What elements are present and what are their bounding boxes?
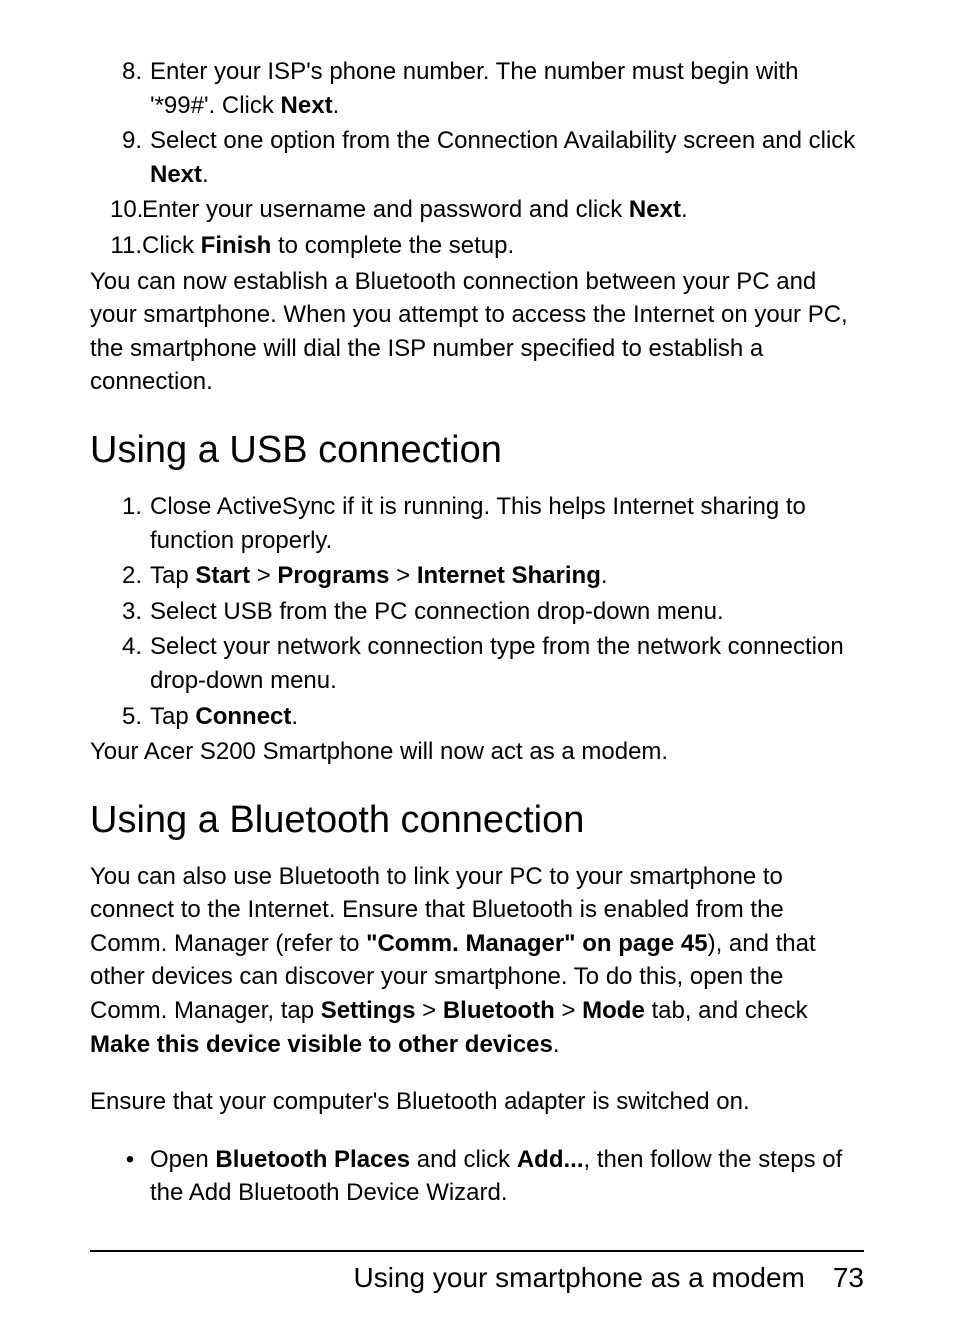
list-item: 8.Enter your ISP's phone number. The num… (110, 55, 864, 122)
list-item: 2.Tap Start > Programs > Internet Sharin… (110, 559, 864, 593)
list-text: Select your network connection type from… (150, 630, 864, 697)
list-text: Click Finish to complete the setup. (142, 229, 864, 263)
list-number: 1. (110, 490, 150, 557)
ordered-list-top: 8.Enter your ISP's phone number. The num… (110, 55, 864, 263)
list-item: 10.Enter your username and password and … (110, 193, 864, 227)
list-number: 4. (110, 630, 150, 697)
list-text: Tap Start > Programs > Internet Sharing. (150, 559, 864, 593)
list-item: 4.Select your network connection type fr… (110, 630, 864, 697)
list-text: Select USB from the PC connection drop-d… (150, 595, 864, 629)
footer-divider (90, 1250, 864, 1252)
list-text: Enter your ISP's phone number. The numbe… (150, 55, 864, 122)
list-number: 10. (110, 193, 142, 227)
list-number: 9. (110, 124, 150, 191)
page-footer: Using your smartphone as a modem 73 (90, 1262, 864, 1294)
bullet-icon: • (110, 1143, 150, 1210)
list-item: 1.Close ActiveSync if it is running. Thi… (110, 490, 864, 557)
page-number: 73 (833, 1262, 864, 1294)
list-number: 3. (110, 595, 150, 629)
paragraph-after-top: You can now establish a Bluetooth connec… (90, 265, 864, 399)
list-number: 8. (110, 55, 150, 122)
heading-usb: Using a USB connection (90, 429, 864, 472)
list-text: Select one option from the Connection Av… (150, 124, 864, 191)
list-text: Close ActiveSync if it is running. This … (150, 490, 864, 557)
list-number: 2. (110, 559, 150, 593)
paragraph-bluetooth-2: Ensure that your computer's Bluetooth ad… (90, 1085, 864, 1119)
list-item: 5.Tap Connect. (110, 700, 864, 734)
paragraph-bluetooth-1: You can also use Bluetooth to link your … (90, 860, 864, 1062)
heading-bluetooth: Using a Bluetooth connection (90, 799, 864, 842)
ordered-list-usb: 1.Close ActiveSync if it is running. Thi… (110, 490, 864, 733)
paragraph-after-usb: Your Acer S200 Smartphone will now act a… (90, 735, 864, 769)
footer-title: Using your smartphone as a modem (354, 1262, 805, 1294)
document-page: 8.Enter your ISP's phone number. The num… (0, 0, 954, 1334)
bullet-text: Open Bluetooth Places and click Add..., … (150, 1143, 864, 1210)
bullet-item: • Open Bluetooth Places and click Add...… (110, 1143, 864, 1210)
list-item: 11.Click Finish to complete the setup. (110, 229, 864, 263)
list-item: 9.Select one option from the Connection … (110, 124, 864, 191)
list-number: 5. (110, 700, 150, 734)
list-item: 3.Select USB from the PC connection drop… (110, 595, 864, 629)
list-text: Enter your username and password and cli… (142, 193, 864, 227)
list-text: Tap Connect. (150, 700, 864, 734)
list-number: 11. (110, 229, 142, 263)
